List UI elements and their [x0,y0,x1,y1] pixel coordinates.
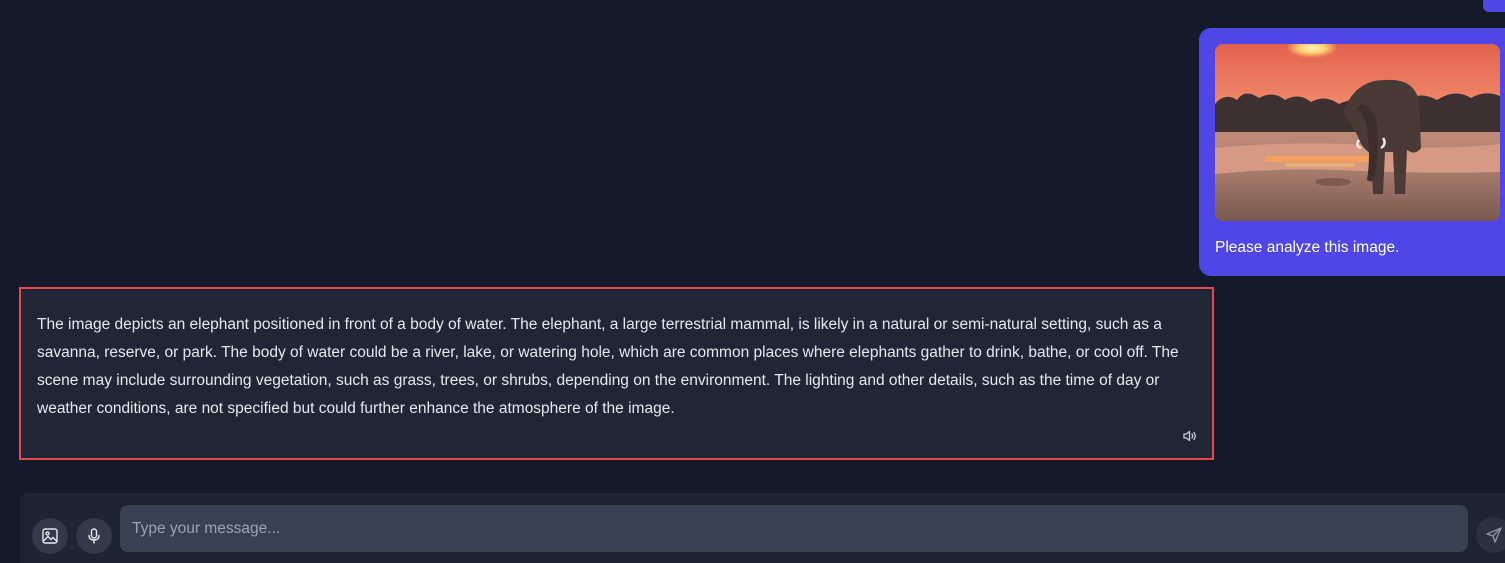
assistant-message-text: The image depicts an elephant positioned… [37,316,1179,417]
assistant-message-bubble: The image depicts an elephant positioned… [19,287,1214,460]
user-message-bubble: Please analyze this image. [1199,28,1505,276]
speaker-icon[interactable] [1180,426,1200,446]
microphone-icon [88,528,100,544]
user-message-text: Please analyze this image. [1215,239,1400,256]
message-composer [20,493,1505,563]
chat-area: Please analyze this image. The image dep… [0,0,1505,563]
microphone-button[interactable] [76,518,112,554]
send-button[interactable] [1476,517,1505,553]
previous-message-edge [1483,0,1505,12]
elephant-photo[interactable] [1215,44,1500,221]
attach-image-button[interactable] [32,518,68,554]
message-input[interactable] [120,505,1468,552]
image-icon [42,528,58,544]
send-icon [1486,527,1502,543]
